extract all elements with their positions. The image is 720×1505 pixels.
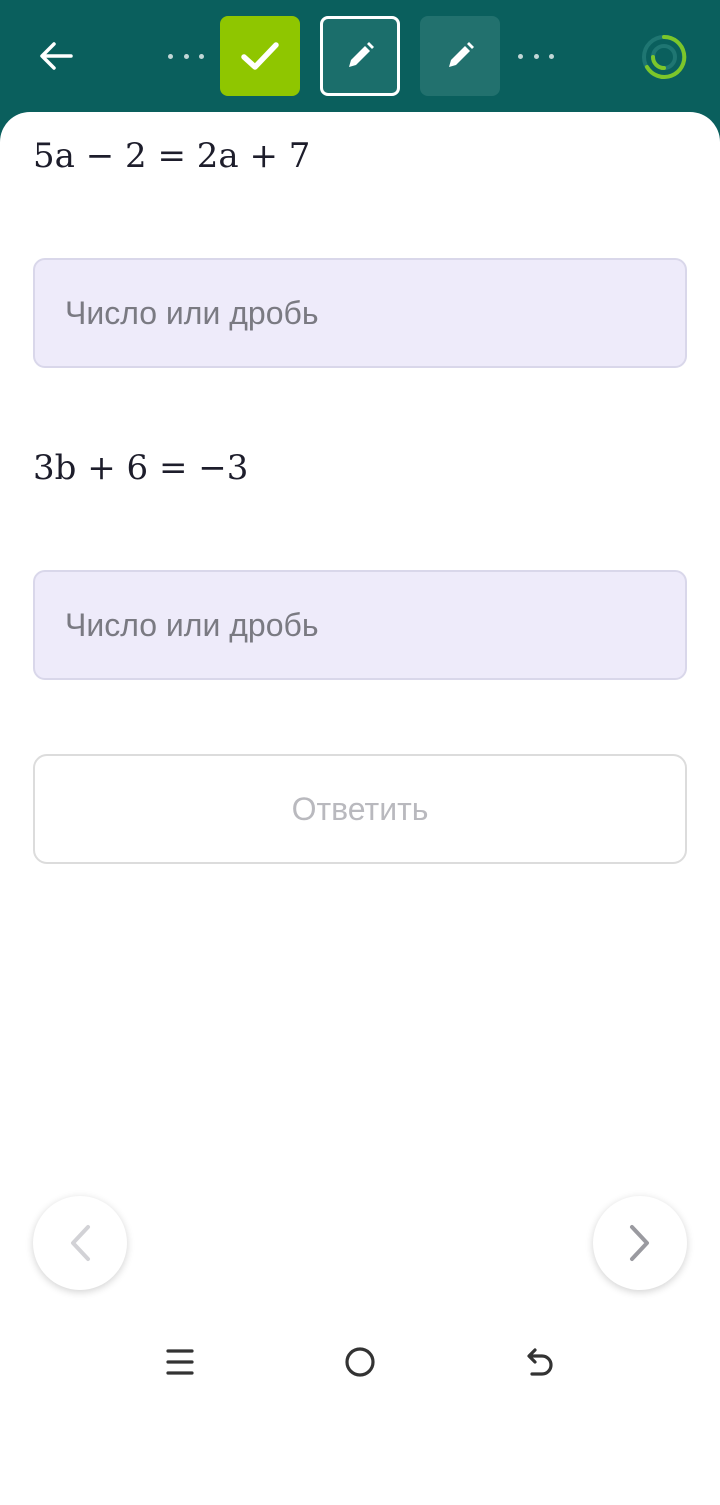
equation-2: 3b + 6 = −3: [33, 448, 249, 488]
checkmark-icon: [241, 42, 279, 70]
recent-apps-button[interactable]: [150, 1330, 210, 1393]
back-button[interactable]: [28, 30, 84, 82]
pencil-icon: [349, 42, 374, 67]
answer-field-2[interactable]: [33, 570, 687, 680]
chevron-left-icon: [71, 1225, 90, 1261]
home-circle-icon: [345, 1346, 375, 1377]
next-task-button[interactable]: [593, 1196, 687, 1290]
home-button[interactable]: [330, 1330, 390, 1393]
answer-field-1[interactable]: [33, 258, 687, 368]
lesson-screen: 5a − 2 = 2a + 7 3b + 6 = −3 Ответить: [0, 0, 720, 1505]
system-back-button[interactable]: [510, 1330, 570, 1393]
arrow-left-icon: [40, 42, 73, 70]
more-steps-right-icon: [518, 42, 554, 70]
system-navigation-bar: [0, 1330, 720, 1393]
menu-lines-icon: [166, 1348, 194, 1375]
step-next-button[interactable]: [420, 16, 500, 96]
pencil-icon: [449, 42, 474, 67]
more-steps-left-icon: [168, 42, 204, 70]
chevron-right-icon: [630, 1225, 649, 1261]
equation-1: 5a − 2 = 2a + 7: [33, 136, 311, 176]
content-card: 5a − 2 = 2a + 7 3b + 6 = −3 Ответить: [0, 112, 720, 1505]
submit-answer-button[interactable]: Ответить: [33, 754, 687, 864]
top-bar: [0, 0, 720, 130]
progress-ring-icon[interactable]: [640, 33, 688, 81]
step-current-button[interactable]: [320, 16, 400, 96]
previous-task-button[interactable]: [33, 1196, 127, 1290]
step-done-button[interactable]: [220, 16, 300, 96]
back-arrow-icon: [527, 1347, 553, 1376]
